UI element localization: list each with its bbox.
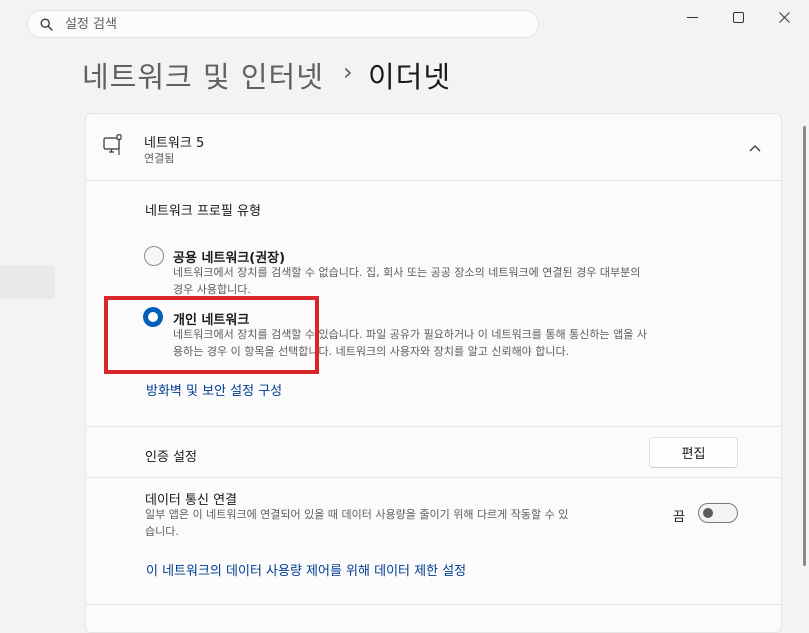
metered-desc-line2: 습니다. bbox=[145, 525, 179, 538]
minimize-button[interactable] bbox=[672, 4, 712, 30]
scrollbar[interactable] bbox=[803, 126, 806, 566]
metered-connection-description: 일부 앱은 이 네트워크에 연결되어 있을 때 데이터 사용량을 줄이기 위해 … bbox=[145, 506, 655, 540]
metered-toggle-state: 끔 bbox=[673, 510, 685, 525]
profile-type-title: 네트워크 프로필 유형 bbox=[145, 204, 261, 219]
search-box[interactable] bbox=[27, 10, 539, 38]
search-input[interactable] bbox=[65, 16, 485, 32]
search-icon bbox=[40, 18, 53, 31]
page-title: 이더넷 bbox=[368, 60, 452, 94]
network-status: 연결됨 bbox=[144, 152, 175, 165]
divider bbox=[86, 426, 781, 427]
ethernet-computer-icon bbox=[103, 134, 123, 160]
firewall-settings-link[interactable]: 방화벽 및 보안 설정 구성 bbox=[146, 380, 282, 399]
highlight-box bbox=[104, 296, 319, 374]
maximize-button[interactable] bbox=[718, 4, 758, 30]
metered-desc-line1: 일부 앱은 이 네트워크에 연결되어 있을 때 데이터 사용량을 줄이기 위해 … bbox=[145, 508, 569, 521]
public-network-radio[interactable] bbox=[144, 246, 164, 266]
metered-toggle[interactable] bbox=[698, 503, 738, 523]
maximize-icon bbox=[732, 11, 744, 23]
breadcrumb-separator: › bbox=[343, 58, 353, 86]
toggle-knob bbox=[703, 508, 713, 518]
close-button[interactable] bbox=[764, 4, 804, 30]
divider bbox=[86, 477, 781, 478]
public-network-desc-line1: 네트워크에서 장치를 검색할 수 없습니다. 집, 회사 또는 공공 장소의 네… bbox=[173, 266, 641, 279]
divider bbox=[86, 180, 781, 181]
chevron-up-icon bbox=[749, 145, 761, 152]
data-limit-link[interactable]: 이 네트워크의 데이터 사용량 제어를 위해 데이터 제한 설정 bbox=[146, 560, 466, 579]
breadcrumb-parent[interactable]: 네트워크 및 인터넷 bbox=[82, 54, 324, 96]
divider bbox=[86, 604, 781, 605]
auth-settings-label: 인증 설정 bbox=[145, 450, 197, 465]
minimize-icon bbox=[686, 16, 698, 18]
network-name: 네트워크 5 bbox=[144, 136, 205, 151]
public-network-description: 네트워크에서 장치를 검색할 수 없습니다. 집, 회사 또는 공공 장소의 네… bbox=[173, 264, 733, 298]
sidebar-selected-item[interactable] bbox=[0, 265, 55, 299]
edit-button[interactable]: 편집 bbox=[649, 437, 738, 468]
collapse-button[interactable] bbox=[748, 138, 768, 154]
close-icon bbox=[778, 11, 790, 23]
